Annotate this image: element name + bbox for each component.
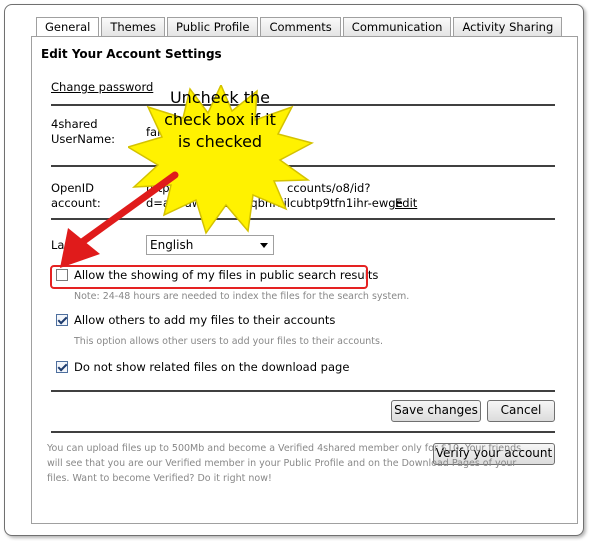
public-search-note: Note: 24-48 hours are needed to index th… (74, 291, 410, 302)
save-changes-button[interactable]: Save changes (391, 400, 481, 422)
no-related-files-label[interactable]: Do not show related files on the downloa… (74, 360, 349, 375)
tab-general[interactable]: General (36, 17, 100, 37)
page-title: Edit Your Account Settings (41, 47, 222, 61)
divider (51, 390, 555, 392)
tab-themes[interactable]: Themes (101, 17, 165, 36)
callout-arrow (60, 171, 179, 268)
cancel-button[interactable]: Cancel (487, 400, 555, 422)
tab-bar: General Themes Public Profile Comments C… (36, 17, 564, 37)
chevron-down-icon (260, 243, 268, 248)
allow-add-files-checkbox[interactable] (56, 314, 68, 326)
callout-line-1: Uncheck the (169, 88, 271, 107)
tab-comments[interactable]: Comments (260, 17, 341, 36)
allow-add-files-note: This option allows other users to add yo… (74, 336, 383, 347)
username-label-line1: 4shared (51, 117, 98, 131)
callout-line-2: check box if it (164, 110, 276, 129)
divider (51, 431, 555, 433)
callout-line-3: is checked (177, 132, 263, 151)
tab-public-profile[interactable]: Public Profile (167, 17, 259, 36)
openid-edit-link[interactable]: Edit (395, 196, 417, 211)
no-related-files-checkbox[interactable] (56, 361, 68, 373)
allow-add-files-label[interactable]: Allow others to add my files to their ac… (74, 313, 335, 328)
tab-activity-sharing[interactable]: Activity Sharing (453, 17, 563, 36)
username-label-line2: UserName: (51, 132, 116, 146)
callout-text: Uncheck the check box if it is checked (150, 87, 290, 153)
tab-communication[interactable]: Communication (342, 17, 452, 36)
verification-info-text: You can upload files up to 500Mb and bec… (47, 443, 522, 484)
